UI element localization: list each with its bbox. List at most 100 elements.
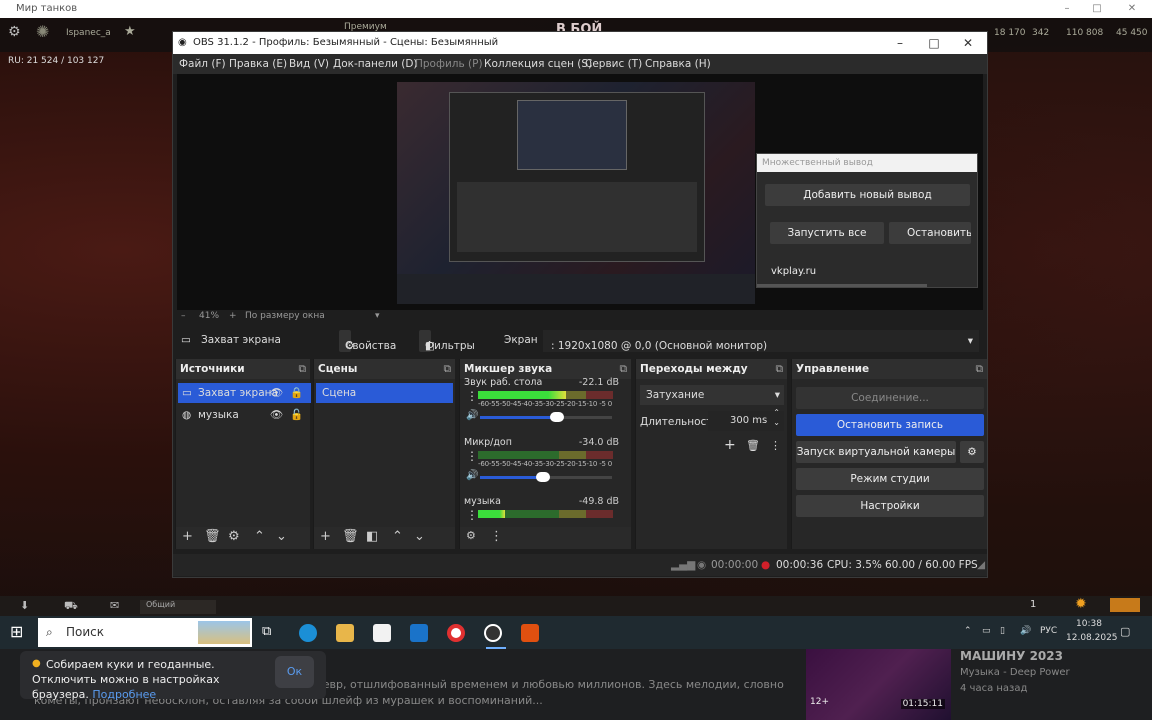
settings-button[interactable]: Настройки (796, 495, 984, 517)
close-icon[interactable]: ✕ (1117, 0, 1147, 18)
popout-icon[interactable]: ⧉ (299, 359, 307, 379)
yandex-icon[interactable] (447, 624, 465, 642)
eye-icon[interactable]: 👁 (270, 383, 283, 403)
add-icon[interactable]: + (320, 529, 331, 544)
connect-button[interactable]: Соединение... (796, 387, 984, 409)
obs-close-icon[interactable]: ✕ (951, 32, 985, 54)
menu-dots-icon[interactable]: ⋮ (466, 389, 478, 403)
add-icon[interactable]: + (182, 529, 193, 544)
display-select[interactable]: : 1920x1080 @ 0,0 (Основной монитор) ▾ (543, 330, 979, 352)
maximize-icon[interactable]: □ (1082, 0, 1112, 18)
scrollbar[interactable] (757, 284, 927, 287)
explorer-icon[interactable] (336, 624, 354, 642)
transition-select[interactable]: Затухание ▾ (640, 385, 784, 405)
zoom-in-icon[interactable]: + (229, 311, 237, 321)
unlock-icon[interactable]: 🔓 (290, 405, 303, 425)
stop-all-button[interactable]: Остановить в (889, 222, 971, 244)
cookie-more-link[interactable]: Подробнее (92, 688, 156, 701)
advanced-audio-icon[interactable]: ⚙ (466, 529, 476, 542)
cookie-ok-button[interactable]: Ок (275, 656, 314, 688)
zoom-out-icon[interactable]: – (181, 311, 186, 321)
menu-profile[interactable]: Профиль (P) (415, 58, 483, 70)
trash-icon[interactable]: 🗑 (342, 529, 359, 544)
obs-icon[interactable] (484, 624, 502, 642)
speaker-icon[interactable]: 🔊 (466, 410, 478, 421)
arrow-down-icon[interactable]: ⌄ (276, 529, 287, 544)
menu-file[interactable]: Файл (F) (179, 58, 226, 70)
slider-knob[interactable] (549, 412, 564, 422)
resize-grip-icon[interactable]: ◢ (977, 559, 985, 571)
mute-icon[interactable]: 🔊 (466, 470, 478, 481)
battery-icon[interactable]: ▯ (1000, 626, 1005, 636)
obs-maximize-icon[interactable]: □ (917, 32, 951, 54)
arrow-up-icon[interactable]: ⌃ (392, 529, 403, 544)
tank-icon[interactable]: ⛟ (64, 599, 78, 614)
menu-dots-icon[interactable]: ⋮ (490, 529, 503, 544)
obs-minimize-icon[interactable]: – (883, 32, 917, 54)
stop-record-button[interactable]: Остановить запись (796, 414, 984, 436)
source-item[interactable]: ▭ Захват экрана 👁 🔒 (178, 383, 311, 403)
lock-icon[interactable]: 🔒 (290, 383, 303, 403)
minimize-icon[interactable]: – (1052, 0, 1082, 18)
video-thumbnail[interactable]: 12+ 01:15:11 (806, 649, 951, 720)
store-icon[interactable] (373, 624, 391, 642)
menu-dots-icon[interactable]: ⋮ (466, 508, 478, 522)
taskbar-search[interactable]: ⌕ Поиск (38, 618, 252, 647)
chat-icon[interactable]: ✉ (110, 599, 119, 612)
windows-start-icon[interactable]: ⊞ (10, 622, 23, 641)
menu-tools[interactable]: Сервис (T) (585, 58, 642, 70)
gear-icon[interactable]: ⚙ (960, 441, 984, 463)
notifications-icon[interactable]: ▢ (1120, 625, 1130, 638)
trash-icon[interactable]: 🗑 (746, 439, 760, 452)
menu-edit[interactable]: Правка (E) (229, 58, 287, 70)
spin-icon[interactable]: ⌃ ⌄ (773, 408, 780, 428)
arrow-down-icon[interactable]: ⌄ (414, 529, 425, 544)
menu-dots-icon[interactable]: ⋮ (770, 439, 781, 452)
volume-slider[interactable] (480, 412, 612, 422)
chevron-up-icon[interactable]: ⌃ (964, 626, 972, 636)
slider-knob[interactable] (536, 472, 551, 482)
popout-icon[interactable]: ⧉ (776, 359, 784, 379)
clock-time[interactable]: 10:38 (1076, 619, 1102, 629)
edge-icon[interactable] (299, 624, 317, 642)
add-output-button[interactable]: Добавить новый вывод (765, 184, 970, 206)
video-channel[interactable]: Музыка - Deep Power (960, 667, 1070, 678)
properties-button[interactable]: ⚙ Свойства (339, 330, 396, 352)
gear-icon[interactable]: ⚙ (8, 24, 21, 40)
game-icon[interactable] (521, 624, 539, 642)
virtual-camera-button[interactable]: Запуск виртуальной камеры (796, 441, 956, 463)
zoom-mode[interactable]: По размеру окна (245, 311, 325, 321)
filter-icon[interactable]: ◧ (366, 529, 378, 544)
add-icon[interactable]: + (724, 437, 736, 453)
menu-view[interactable]: Вид (V) (289, 58, 329, 70)
store-icon[interactable] (1110, 598, 1140, 612)
gear-icon[interactable]: ⚙ (228, 529, 240, 544)
network-icon[interactable]: ▭ (982, 626, 991, 636)
menu-docks[interactable]: Док-панели (D) (333, 58, 418, 70)
duration-input[interactable]: 300 ms ⌃ ⌄ (708, 408, 784, 431)
chat-channel[interactable]: Общий (140, 600, 216, 614)
start-all-button[interactable]: Запустить все (770, 222, 884, 244)
chevron-down-icon[interactable]: ▾ (375, 311, 380, 321)
task-view-icon[interactable]: ⧉ (262, 624, 280, 642)
volume-slider[interactable] (480, 472, 612, 482)
menu-scene-collection[interactable]: Коллекция сцен (S) (484, 58, 592, 70)
popout-icon[interactable]: ⧉ (976, 359, 984, 379)
volume-icon[interactable]: 🔊 (1020, 626, 1031, 636)
popout-icon[interactable]: ⧉ (620, 359, 628, 379)
arrow-up-icon[interactable]: ⌃ (254, 529, 265, 544)
trash-icon[interactable]: 🗑 (204, 529, 221, 544)
download-icon[interactable]: ⬇ (20, 599, 29, 612)
sun-icon[interactable]: ✹ (1075, 596, 1087, 612)
video-title[interactable]: МАШИНУ 2023 (960, 649, 1063, 663)
studio-mode-button[interactable]: Режим студии (796, 468, 984, 490)
menu-help[interactable]: Справка (H) (645, 58, 711, 70)
menu-dots-icon[interactable]: ⋮ (466, 449, 478, 463)
eye-icon[interactable]: 👁 (270, 405, 283, 425)
source-item[interactable]: ◍ музыка 👁 🔓 (178, 405, 311, 425)
popout-icon[interactable]: ⧉ (444, 359, 452, 379)
filters-button[interactable]: ◧ Фильтры (419, 330, 475, 352)
clock-date[interactable]: 12.08.2025 (1066, 633, 1118, 643)
scene-item[interactable]: Сцена (316, 383, 453, 403)
language-indicator[interactable]: РУС (1040, 626, 1057, 636)
